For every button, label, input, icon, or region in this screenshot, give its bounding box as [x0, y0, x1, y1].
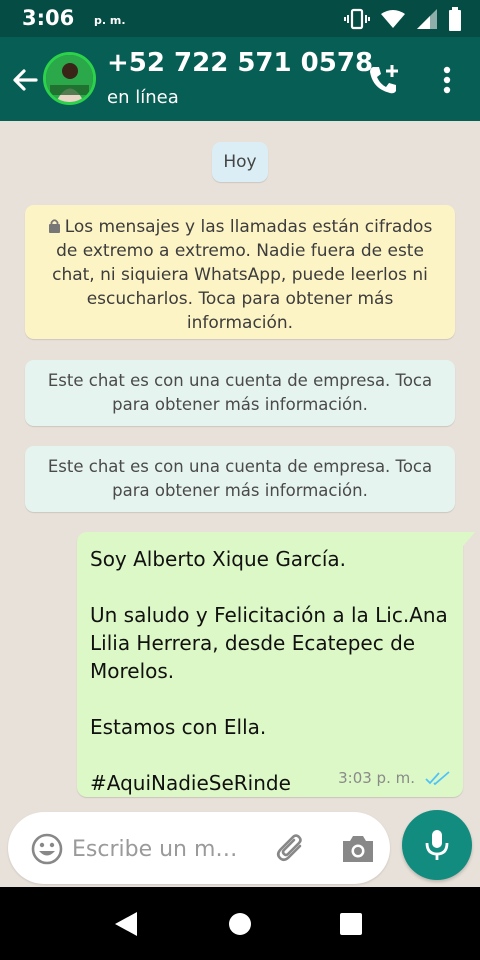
status-bar: 3:06 p. m.	[0, 0, 480, 37]
date-chip: Hoy	[212, 142, 268, 182]
chat-area[interactable]: Hoy Los mensajes y las llamadas están ci…	[0, 121, 480, 807]
encryption-notice-text: Los mensajes y las llamadas están cifrad…	[52, 217, 433, 333]
attach-icon[interactable]	[274, 832, 308, 866]
chat-header: +52 722 571 0578 en línea	[0, 37, 480, 121]
message-input[interactable]	[72, 834, 267, 864]
vibrate-icon	[344, 8, 370, 30]
outgoing-message[interactable]: Soy Alberto Xique García. Un saludo y Fe…	[77, 532, 475, 797]
lock-icon	[48, 219, 60, 233]
camera-icon[interactable]	[340, 832, 376, 866]
status-icons	[344, 7, 462, 31]
message-time: 3:03 p. m.	[338, 769, 415, 787]
contact-status: en línea	[107, 87, 179, 108]
business-account-notice[interactable]: Este chat es con una cuenta de empresa. …	[25, 446, 455, 512]
add-call-icon[interactable]	[365, 62, 401, 98]
nav-back-icon[interactable]	[113, 910, 139, 938]
battery-icon	[449, 7, 461, 31]
signal-icon	[417, 9, 437, 29]
emoji-icon[interactable]	[30, 832, 64, 866]
avatar-picture	[46, 55, 93, 102]
wifi-icon	[381, 10, 405, 28]
system-nav-bar	[0, 887, 480, 960]
mic-icon	[425, 830, 449, 860]
message-meta: 3:03 p. m.	[338, 769, 451, 787]
contact-name[interactable]: +52 722 571 0578	[107, 48, 373, 78]
message-text: Soy Alberto Xique García. Un saludo y Fe…	[90, 547, 448, 795]
business-notice-text: Este chat es con una cuenta de empresa. …	[47, 371, 433, 414]
business-notice-text: Este chat es con una cuenta de empresa. …	[47, 457, 433, 500]
avatar[interactable]	[43, 52, 96, 105]
bubble-tail	[463, 532, 475, 546]
composer	[0, 807, 480, 887]
back-arrow-icon[interactable]	[8, 63, 42, 97]
nav-home-icon[interactable]	[229, 913, 251, 935]
status-ampm: p. m.	[94, 14, 126, 27]
nav-recents-icon[interactable]	[340, 913, 362, 935]
encryption-notice[interactable]: Los mensajes y las llamadas están cifrad…	[25, 205, 455, 339]
message-input-pill[interactable]	[8, 812, 390, 884]
business-account-notice[interactable]: Este chat es con una cuenta de empresa. …	[25, 360, 455, 426]
read-ticks-icon	[425, 771, 450, 786]
mic-button[interactable]	[402, 810, 472, 880]
more-vert-icon[interactable]	[432, 62, 462, 98]
status-time: 3:06	[22, 6, 75, 30]
